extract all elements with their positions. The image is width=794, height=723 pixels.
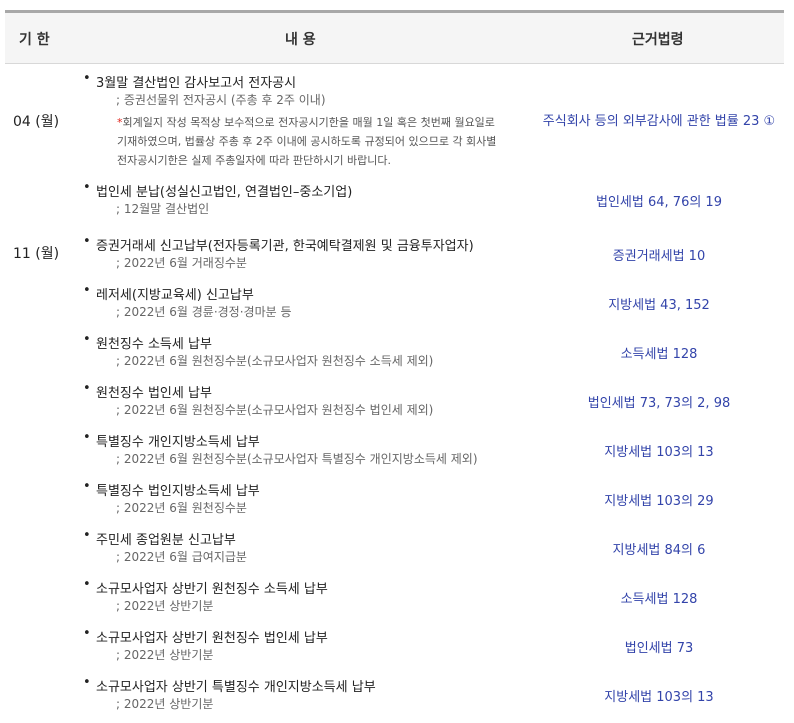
law-reference-link[interactable]: 법인세법 73, 73의 2, 98 (539, 392, 779, 411)
item-subtitle: ; 2022년 6월 원천징수분(소규모사업자 특별징수 개인지방소득세 제외) (116, 452, 478, 466)
item-subtitle: ; 2022년 6월 원천징수분(소규모사업자 원천징수 소득세 제외) (116, 354, 434, 368)
date-cell: 04 (월) (13, 114, 60, 130)
law-reference-link[interactable]: 지방세법 103의 13 (539, 686, 779, 705)
law-reference-link[interactable]: 지방세법 103의 13 (539, 441, 779, 460)
law-reference-link[interactable]: 주식회사 등의 외부감사에 관한 법률 23 ① (539, 110, 779, 129)
law-reference-link[interactable]: 지방세법 84의 6 (539, 539, 779, 558)
item-title: 소규모사업자 상반기 원천징수 법인세 납부 (96, 631, 328, 646)
header-date: 기 한 (19, 32, 50, 48)
item-title: 소규모사업자 상반기 특별징수 개인지방소득세 납부 (96, 680, 376, 695)
disclosure-note: *회계일지 작성 목적상 보수적으로 전자공시기한을 매월 1일 혹은 첫번째 … (117, 113, 542, 170)
note-line: 전자공시기한은 실제 주총일자에 따라 판단하시기 바랍니다. (117, 154, 391, 167)
bullet-icon: • (83, 283, 91, 298)
item-subtitle: ; 2022년 상반기분 (116, 599, 214, 613)
item-title: 3월말 결산법인 감사보고서 전자공시 (96, 76, 297, 91)
bullet-icon: • (83, 626, 91, 641)
bullet-icon: • (83, 430, 91, 445)
item-subtitle: ; 증권선물위 전자공시 (주총 후 2주 이내) (116, 93, 326, 107)
bullet-icon: • (83, 234, 91, 249)
law-reference-link[interactable]: 증권거래세법 10 (539, 245, 779, 264)
header-content: 내 용 (285, 32, 316, 48)
item-title: 소규모사업자 상반기 원천징수 소득세 납부 (96, 582, 328, 597)
law-reference-link[interactable]: 법인세법 73 (539, 637, 779, 656)
item-subtitle: ; 2022년 6월 거래징수분 (116, 256, 247, 270)
item-title: 법인세 분납(성실신고법인, 연결법인–중소기업) (96, 185, 353, 200)
bullet-icon: • (83, 528, 91, 543)
item-subtitle: ; 2022년 상반기분 (116, 648, 214, 662)
law-reference-link[interactable]: 소득세법 128 (539, 588, 779, 607)
date-cell: 11 (월) (13, 246, 60, 262)
bullet-icon: • (83, 479, 91, 494)
bullet-icon: • (83, 180, 91, 195)
law-reference-link[interactable]: 지방세법 103의 29 (539, 490, 779, 509)
bullet-icon: • (83, 332, 91, 347)
note-text: 회계일지 작성 목적상 보수적으로 전자공시기한을 매월 1일 혹은 첫번째 월… (122, 116, 495, 129)
item-subtitle: ; 2022년 6월 경륜·경정·경마분 등 (116, 305, 292, 319)
law-reference-link[interactable]: 법인세법 64, 76의 19 (539, 191, 779, 210)
table-header: 기 한 내 용 근거법령 (5, 13, 784, 64)
note-line: 기재하였으며, 법률상 주총 후 2주 이내에 공시하도록 규정되어 있으므로 … (117, 135, 497, 148)
schedule-table: 기 한 내 용 근거법령 04 (월) 11 (월) *회계일지 작성 목적상 … (5, 10, 784, 711)
bullet-icon: • (83, 71, 91, 86)
item-title: 레저세(지방교육세) 신고납부 (96, 288, 254, 303)
bullet-icon: • (83, 675, 91, 690)
law-reference-link[interactable]: 소득세법 128 (539, 343, 779, 362)
item-title: 특별징수 개인지방소득세 납부 (96, 435, 260, 450)
note-line: *회계일지 작성 목적상 보수적으로 전자공시기한을 매월 1일 혹은 첫번째 … (117, 113, 542, 132)
law-reference-link[interactable]: 지방세법 43, 152 (539, 294, 779, 313)
header-law: 근거법령 (632, 32, 684, 48)
item-subtitle: ; 2022년 6월 원천징수분 (116, 501, 247, 515)
bullet-icon: • (83, 577, 91, 592)
item-title: 주민세 종업원분 신고납부 (96, 533, 236, 548)
bullet-icon: • (83, 381, 91, 396)
item-title: 증권거래세 신고납부(전자등록기관, 한국예탁결제원 및 금융투자업자) (96, 239, 474, 254)
item-subtitle: ; 2022년 상반기분 (116, 697, 214, 711)
item-title: 원천징수 소득세 납부 (96, 337, 212, 352)
item-subtitle: ; 12월말 결산법인 (116, 202, 210, 216)
item-subtitle: ; 2022년 6월 급여지급분 (116, 550, 247, 564)
item-title: 원천징수 법인세 납부 (96, 386, 212, 401)
item-title: 특별징수 법인지방소득세 납부 (96, 484, 260, 499)
item-subtitle: ; 2022년 6월 원천징수분(소규모사업자 원천징수 법인세 제외) (116, 403, 434, 417)
